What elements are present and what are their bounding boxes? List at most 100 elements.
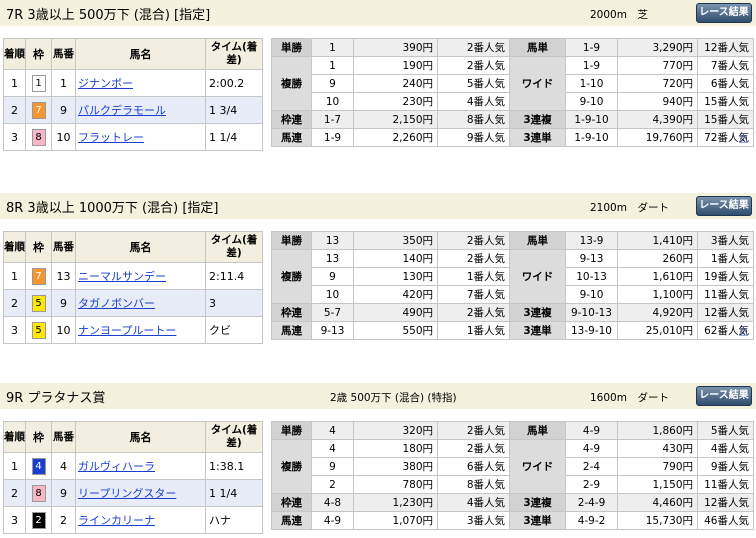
col-header-umaban: 馬番 <box>51 38 76 70</box>
col-header-name: 馬名 <box>75 38 206 70</box>
popularity: 2番人気 <box>437 439 510 458</box>
frame-number-cell: 7 <box>25 96 52 124</box>
payout-amount: 1,150円 <box>617 475 698 494</box>
payout-row: 馬連 1-9 2,260円 9番人気 3連単 1-9-10 19,760円 72番人気 <box>271 128 754 147</box>
horse-name-cell: フラットレー <box>75 123 206 151</box>
popularity: 5番人気 <box>697 421 754 440</box>
bet-type-wide: ワイド <box>509 439 566 494</box>
payout-amount: 140円 <box>353 249 438 268</box>
payout-amount: 25,010円 <box>617 321 698 340</box>
combination: 9-10 <box>565 92 618 111</box>
payout-amount: 180円 <box>353 439 438 458</box>
race-title: 9R プラタナス賞 <box>6 391 106 406</box>
combination: 4 <box>311 439 354 458</box>
payout-amount: 720円 <box>617 74 698 93</box>
race-section: 8R 3歳以上 1000万下 (混合) [指定] 2100m ダート レース結果 着順… <box>0 193 756 348</box>
popularity: 46番人気 <box>697 511 754 530</box>
combination: 4 <box>311 421 354 440</box>
payout-row: 複勝 1 190円 2番人気 ワイド 1-9 770円 7番人気 <box>271 56 754 111</box>
popularity: 9番人気 <box>437 128 510 147</box>
payout-amount: 230円 <box>353 92 438 111</box>
horse-name-cell: タガノボンバー <box>75 289 206 317</box>
back-to-top-icon[interactable]: △ <box>739 323 748 337</box>
payout-table: 単勝 1 390円 2番人気 馬単 1-9 3,290円 12番人気 複勝 1 190円 2番人気 ワイ… <box>271 38 754 147</box>
combination: 13 <box>311 231 354 250</box>
bet-type-tansho: 単勝 <box>271 38 312 57</box>
result-table: 着順枠馬番 馬名 タイム(着差) 1 4 4 ガルヴィハーラ 1:38.1 2 8 9 リープリングス… <box>3 421 263 534</box>
popularity: 2番人気 <box>437 303 510 322</box>
bet-type-tansho: 単勝 <box>271 421 312 440</box>
combination: 2-9 <box>565 475 618 494</box>
popularity: 2番人気 <box>437 38 510 57</box>
payout-table: 単勝 4 320円 2番人気 馬単 4-9 1,860円 5番人気 複勝 4 180円 2番人気 ワイド… <box>271 421 754 530</box>
popularity: 3番人気 <box>437 511 510 530</box>
frame-number-cell: 5 <box>25 289 52 317</box>
payout-row: 枠連 1-7 2,150円 8番人気 3連複 1-9-10 4,390円 15番人気 <box>271 110 754 129</box>
bet-type-sanrenpuku: 3連複 <box>509 303 566 322</box>
combination: 1 <box>311 38 354 57</box>
popularity: 11番人気 <box>697 475 754 494</box>
race-result-button[interactable]: レース結果 <box>696 196 752 216</box>
combination: 1-9-10 <box>565 128 618 147</box>
popularity: 11番人気 <box>697 285 754 304</box>
race-result-button[interactable]: レース結果 <box>696 386 752 406</box>
col-header-waku: 枠 <box>25 38 52 70</box>
popularity: 2番人気 <box>437 421 510 440</box>
horse-name-cell: ラインカリーナ <box>75 506 206 534</box>
combination: 1 <box>311 56 354 75</box>
horse-name-cell: ジナンボー <box>75 69 206 97</box>
horse-number: 10 <box>51 123 76 151</box>
horse-name-link[interactable]: パルクデラモール <box>77 104 166 117</box>
combination: 4-9 <box>565 421 618 440</box>
popularity: 9番人気 <box>697 457 754 476</box>
combination: 2-4-9 <box>565 493 618 512</box>
bet-type-sanrenpuku: 3連複 <box>509 110 566 129</box>
frame-number-cell: 4 <box>25 452 52 480</box>
payout-row: 複勝 4 180円 2番人気 ワイド 4-9 430円 4番人気 <box>271 439 754 494</box>
popularity: 2番人気 <box>437 56 510 75</box>
bet-type-sanrentan: 3連単 <box>509 128 566 147</box>
combination: 1-9 <box>565 38 618 57</box>
back-to-top-icon[interactable]: △ <box>739 130 748 144</box>
bet-type-wide: ワイド <box>509 56 566 111</box>
horse-name-link[interactable]: ニーマルサンデー <box>77 270 166 283</box>
payout-amount: 350円 <box>353 231 438 250</box>
horse-name-link[interactable]: タガノボンバー <box>77 297 155 310</box>
finish-time: 1 3/4 <box>205 96 263 124</box>
race-result-button[interactable]: レース結果 <box>696 3 752 23</box>
col-header-time: タイム(着差) <box>205 38 263 70</box>
frame-number-cell: 8 <box>25 123 52 151</box>
frame-number-cell: 1 <box>25 69 52 97</box>
combination: 4-8 <box>311 493 354 512</box>
race-title: 7R 3歳以上 500万下 (混合) [指定] <box>6 8 211 23</box>
horse-number: 9 <box>51 479 76 507</box>
result-row: 1 1 1 ジナンボー 2:00.2 <box>3 69 263 97</box>
horse-name-link[interactable]: ラインカリーナ <box>77 514 155 527</box>
payout-row: 単勝 13 350円 2番人気 馬単 13-9 1,410円 3番人気 <box>271 231 754 250</box>
horse-name-link[interactable]: ガルヴィハーラ <box>77 460 155 473</box>
finish-position: 1 <box>3 69 26 97</box>
race-class-note: 2歳 500万下 (混合) (特指) <box>330 392 457 404</box>
popularity: 15番人気 <box>697 110 754 129</box>
horse-name-link[interactable]: フラットレー <box>77 131 144 144</box>
combination: 10 <box>311 92 354 111</box>
result-row: 3 5 10 ナンヨープルートー クビ <box>3 316 263 344</box>
finish-position: 2 <box>3 479 26 507</box>
combination: 9-13 <box>565 249 618 268</box>
horse-name-link[interactable]: ナンヨープルートー <box>77 324 176 337</box>
horse-name-link[interactable]: リープリングスター <box>77 487 176 500</box>
race-header: 9R プラタナス賞 2歳 500万下 (混合) (特指) 1600m ダート レース結… <box>0 383 756 409</box>
horse-name-link[interactable]: ジナンボー <box>77 77 133 90</box>
payout-amount: 320円 <box>353 421 438 440</box>
finish-position: 3 <box>3 316 26 344</box>
col-header-name: 馬名 <box>75 231 206 263</box>
result-row: 1 4 4 ガルヴィハーラ 1:38.1 <box>3 452 263 480</box>
race-section: 7R 3歳以上 500万下 (混合) [指定] 2000m 芝 レース結果 着順枠馬番… <box>0 0 756 155</box>
frame-badge: 7 <box>31 101 46 119</box>
bet-type-sanrentan: 3連単 <box>509 511 566 530</box>
payout-amount: 420円 <box>353 285 438 304</box>
bet-type-umaren: 馬連 <box>271 128 312 147</box>
combination: 10-13 <box>565 267 618 286</box>
result-row: 3 8 10 フラットレー 1 1/4 <box>3 123 263 151</box>
payout-amount: 490円 <box>353 303 438 322</box>
